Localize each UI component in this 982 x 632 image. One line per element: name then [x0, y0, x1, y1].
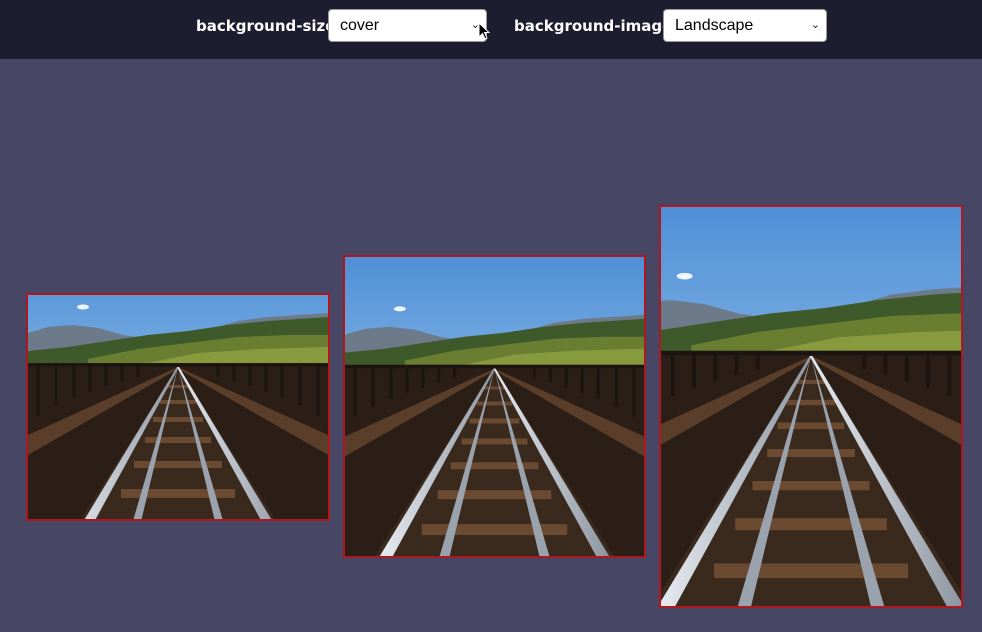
toolbar: background-size: cover ⌄ background-imag… [0, 0, 982, 59]
image-frame-small [26, 293, 330, 521]
background-size-select[interactable]: cover ⌄ [328, 9, 487, 42]
landscape-image [28, 295, 328, 519]
landscape-image [345, 257, 644, 556]
background-size-value: cover [340, 17, 380, 34]
image-frame-tall [659, 205, 963, 608]
chevron-down-icon: ⌄ [810, 19, 820, 31]
background-image-label: background-image: [514, 17, 679, 35]
background-size-label: background-size: [196, 17, 342, 35]
background-image-select[interactable]: Landscape ⌄ [663, 9, 827, 42]
landscape-image [661, 207, 961, 606]
arrow-cursor-icon [478, 22, 490, 40]
background-image-value: Landscape [675, 17, 754, 34]
image-frame-medium [343, 255, 646, 558]
